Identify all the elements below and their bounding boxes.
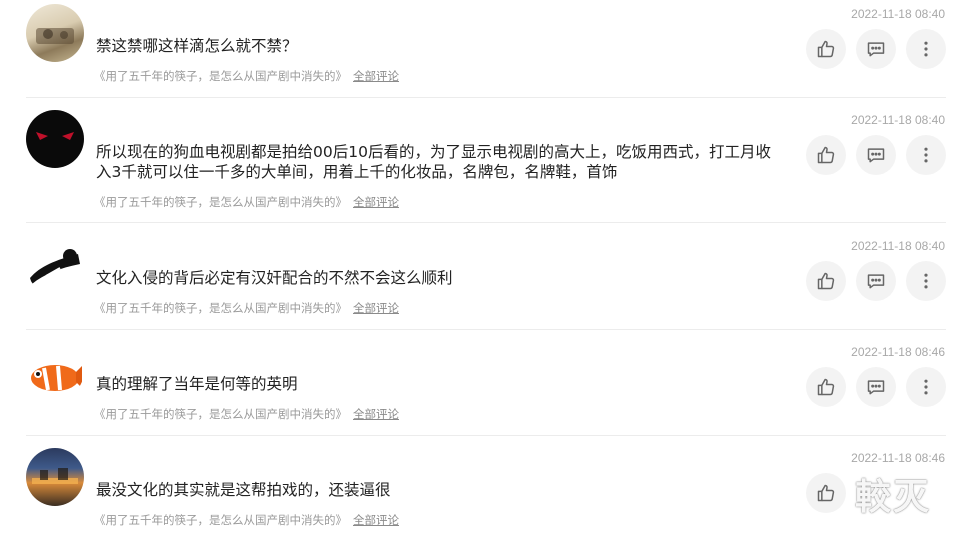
comment-text: 最没文化的其实就是这帮拍戏的，还装逼很: [96, 481, 391, 499]
comment-icon: [867, 380, 885, 395]
comment-text: 真的理解了当年是何等的英明: [96, 375, 298, 393]
source-article[interactable]: 《用了五千年的筷子，是怎么从国产剧中消失的》: [94, 301, 347, 315]
comment-text: 文化入侵的背后必定有汉奸配合的不然不会这么顺利: [96, 269, 453, 287]
comment-meta: 《用了五千年的筷子，是怎么从国产剧中消失的》 全部评论: [94, 194, 399, 210]
comment-icon: [867, 274, 885, 289]
comment-timestamp: 2022-11-18 08:46: [851, 345, 945, 359]
like-button[interactable]: [806, 261, 846, 301]
comment-timestamp: 2022-11-18 08:40: [851, 239, 945, 253]
comment-icon: [867, 42, 885, 57]
all-comments-link[interactable]: 全部评论: [353, 195, 399, 209]
watermark: 較灭: [855, 477, 932, 518]
all-comments-link[interactable]: 全部评论: [353, 301, 399, 315]
thumbs-up-icon: [817, 484, 835, 502]
divider: [26, 435, 946, 436]
more-button[interactable]: [906, 367, 946, 407]
avatar[interactable]: [26, 236, 84, 294]
comment-timestamp: 2022-11-18 08:40: [851, 7, 945, 21]
more-vertical-icon: [924, 379, 928, 395]
comment-meta: 《用了五千年的筷子，是怎么从国产剧中消失的》 全部评论: [94, 68, 399, 84]
avatar[interactable]: [26, 448, 84, 506]
comment-meta: 《用了五千年的筷子，是怎么从国产剧中消失的》 全部评论: [94, 512, 399, 528]
reply-button[interactable]: [856, 135, 896, 175]
thumbs-up-icon: [817, 272, 835, 290]
all-comments-link[interactable]: 全部评论: [353, 69, 399, 83]
comment-timestamp: 2022-11-18 08:40: [851, 113, 945, 127]
comment-text: 禁这禁哪这样滴怎么就不禁？: [96, 37, 298, 55]
divider: [26, 222, 946, 223]
reply-button[interactable]: [856, 29, 896, 69]
avatar[interactable]: [26, 4, 84, 62]
all-comments-link[interactable]: 全部评论: [353, 513, 399, 527]
comment-timestamp: 2022-11-18 08:46: [851, 451, 945, 465]
more-vertical-icon: [924, 273, 928, 289]
source-article[interactable]: 《用了五千年的筷子，是怎么从国产剧中消失的》: [94, 195, 347, 209]
thumbs-up-icon: [817, 378, 835, 396]
more-button[interactable]: [906, 29, 946, 69]
divider: [26, 97, 946, 98]
comment-icon: [867, 148, 885, 163]
like-button[interactable]: [806, 367, 846, 407]
comment-meta: 《用了五千年的筷子，是怎么从国产剧中消失的》 全部评论: [94, 406, 399, 422]
divider: [26, 329, 946, 330]
avatar[interactable]: [26, 342, 84, 400]
avatar[interactable]: [26, 110, 84, 168]
like-button[interactable]: [806, 473, 846, 513]
thumbs-up-icon: [817, 146, 835, 164]
more-button[interactable]: [906, 135, 946, 175]
source-article[interactable]: 《用了五千年的筷子，是怎么从国产剧中消失的》: [94, 69, 347, 83]
source-article[interactable]: 《用了五千年的筷子，是怎么从国产剧中消失的》: [94, 407, 347, 421]
more-vertical-icon: [924, 147, 928, 163]
reply-button[interactable]: [856, 261, 896, 301]
reply-button[interactable]: [856, 367, 896, 407]
like-button[interactable]: [806, 135, 846, 175]
all-comments-link[interactable]: 全部评论: [353, 407, 399, 421]
more-vertical-icon: [924, 41, 928, 57]
more-button[interactable]: [906, 261, 946, 301]
like-button[interactable]: [806, 29, 846, 69]
comment-meta: 《用了五千年的筷子，是怎么从国产剧中消失的》 全部评论: [94, 300, 399, 316]
comment-text: 所以现在的狗血电视剧都是拍给00后10后看的，为了显示电视剧的高大上，吃饭用西式…: [96, 143, 771, 181]
thumbs-up-icon: [817, 40, 835, 58]
source-article[interactable]: 《用了五千年的筷子，是怎么从国产剧中消失的》: [94, 513, 347, 527]
